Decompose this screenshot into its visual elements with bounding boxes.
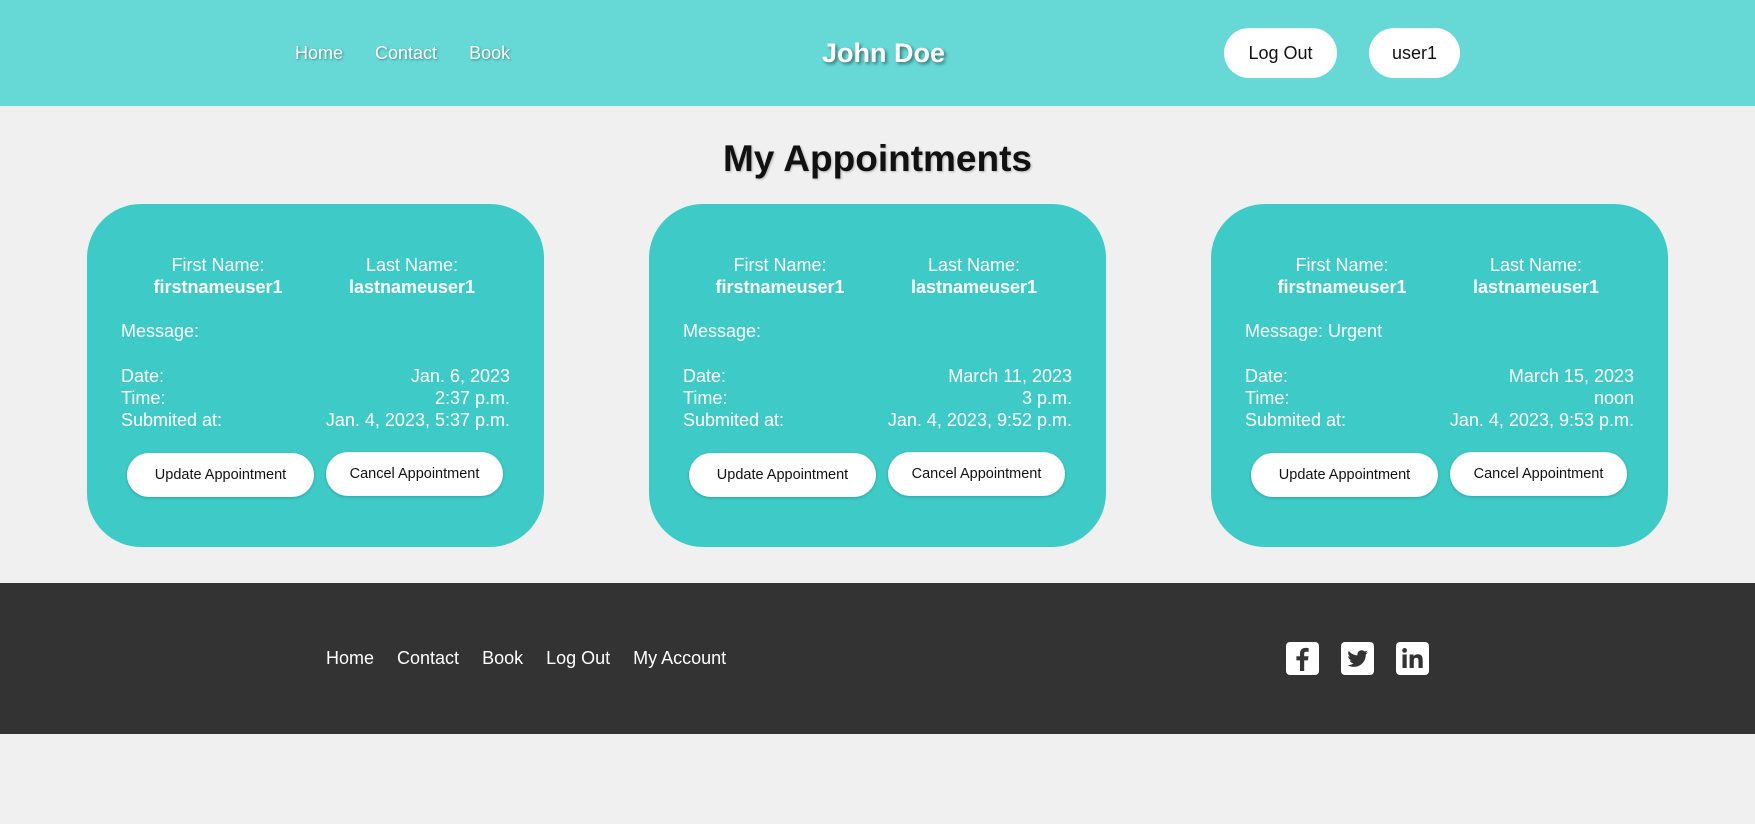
submitted-row: Submited at: Jan. 4, 2023, 9:52 p.m. xyxy=(683,409,1072,431)
nav-link-book[interactable]: Book xyxy=(469,43,510,64)
time-label: Time: xyxy=(1245,388,1290,408)
time-label: Time: xyxy=(121,388,166,408)
appointment-message: Message: xyxy=(683,321,762,341)
nav-link-contact[interactable]: Contact xyxy=(375,43,437,64)
site-footer: Home Contact Book Log Out My Account xyxy=(0,583,1755,734)
date-label: Date: xyxy=(121,366,165,386)
footer-link-contact[interactable]: Contact xyxy=(397,648,459,669)
logout-button[interactable]: Log Out xyxy=(1224,28,1337,78)
page-title: My Appointments xyxy=(722,138,1032,179)
submitted-row: Submited at: Jan. 4, 2023, 5:37 p.m. xyxy=(121,409,510,431)
appointment-message: Message: xyxy=(121,321,200,341)
date-row: Date: Jan. 6, 2023 xyxy=(121,365,510,387)
update-appointment-button[interactable]: Update Appointment xyxy=(1251,453,1438,497)
first-name-label: First Name: xyxy=(1295,255,1389,275)
date-value: Jan. 6, 2023 xyxy=(410,366,510,386)
appointment-card: First Name: firstnameuser1 Last Name: la… xyxy=(1211,204,1668,547)
submitted-value: Jan. 4, 2023, 5:37 p.m. xyxy=(325,410,510,430)
last-name-value: lastnameuser1 xyxy=(1472,277,1600,297)
first-name-block: First Name: firstnameuser1 xyxy=(118,254,318,298)
last-name-value: lastnameuser1 xyxy=(348,277,476,297)
cancel-appointment-button[interactable]: Cancel Appointment xyxy=(888,452,1065,496)
cancel-appointment-button[interactable]: Cancel Appointment xyxy=(326,452,503,496)
time-label: Time: xyxy=(683,388,728,408)
footer-link-logout[interactable]: Log Out xyxy=(546,648,610,669)
submitted-label: Submited at: xyxy=(121,410,223,430)
linkedin-icon[interactable] xyxy=(1396,642,1429,675)
last-name-block: Last Name: lastnameuser1 xyxy=(874,254,1074,298)
footer-link-my-account[interactable]: My Account xyxy=(633,648,726,669)
first-name-block: First Name: firstnameuser1 xyxy=(680,254,880,298)
site-header: Home Contact Book John Doe Log Out user1 xyxy=(0,0,1755,106)
date-label: Date: xyxy=(1245,366,1289,386)
appointment-details: Date: March 15, 2023 Time: noon Submited… xyxy=(1245,365,1634,431)
date-value: March 11, 2023 xyxy=(948,366,1072,386)
footer-link-home[interactable]: Home xyxy=(326,648,374,669)
last-name-label: Last Name: xyxy=(1489,255,1583,275)
social-links xyxy=(1286,642,1429,675)
last-name-block: Last Name: lastnameuser1 xyxy=(1436,254,1636,298)
facebook-icon[interactable] xyxy=(1286,642,1319,675)
first-name-value: firstnameuser1 xyxy=(715,277,845,297)
submitted-value: Jan. 4, 2023, 9:52 p.m. xyxy=(887,410,1072,430)
brand-name: John Doe xyxy=(821,37,945,68)
date-label: Date: xyxy=(683,366,727,386)
date-row: Date: March 11, 2023 xyxy=(683,365,1072,387)
first-name-block: First Name: firstnameuser1 xyxy=(1242,254,1442,298)
time-row: Time: 3 p.m. xyxy=(683,387,1072,409)
date-row: Date: March 15, 2023 xyxy=(1245,365,1634,387)
brand-container: John Doe xyxy=(0,0,1755,106)
last-name-label: Last Name: xyxy=(365,255,459,275)
last-name-block: Last Name: lastnameuser1 xyxy=(312,254,512,298)
first-name-value: firstnameuser1 xyxy=(1277,277,1407,297)
last-name-value: lastnameuser1 xyxy=(910,277,1038,297)
update-appointment-button[interactable]: Update Appointment xyxy=(127,453,314,497)
time-value: 2:37 p.m. xyxy=(434,388,510,408)
first-name-value: firstnameuser1 xyxy=(153,277,283,297)
footer-link-book[interactable]: Book xyxy=(482,648,523,669)
appointment-card: First Name: firstnameuser1 Last Name: la… xyxy=(87,204,544,547)
appointment-details: Date: Jan. 6, 2023 Time: 2:37 p.m. Submi… xyxy=(121,365,510,431)
submitted-value: Jan. 4, 2023, 9:53 p.m. xyxy=(1449,410,1634,430)
update-appointment-button[interactable]: Update Appointment xyxy=(689,453,876,497)
twitter-icon[interactable] xyxy=(1341,642,1374,675)
appointment-card: First Name: firstnameuser1 Last Name: la… xyxy=(649,204,1106,547)
appointment-message: Message: Urgent xyxy=(1245,321,1383,341)
appointment-details: Date: March 11, 2023 Time: 3 p.m. Submit… xyxy=(683,365,1072,431)
time-value: noon xyxy=(1593,388,1634,408)
date-value: March 15, 2023 xyxy=(1508,366,1634,386)
nav-link-home[interactable]: Home xyxy=(295,43,343,64)
time-row: Time: 2:37 p.m. xyxy=(121,387,510,409)
submitted-row: Submited at: Jan. 4, 2023, 9:53 p.m. xyxy=(1245,409,1634,431)
footer-nav: Home Contact Book Log Out My Account xyxy=(326,583,726,734)
first-name-label: First Name: xyxy=(171,255,265,275)
submitted-label: Submited at: xyxy=(1245,410,1347,430)
last-name-label: Last Name: xyxy=(927,255,1021,275)
header-nav: Home Contact Book xyxy=(295,0,510,106)
time-row: Time: noon xyxy=(1245,387,1634,409)
submitted-label: Submited at: xyxy=(683,410,785,430)
first-name-label: First Name: xyxy=(733,255,827,275)
user-account-button[interactable]: user1 xyxy=(1369,28,1460,78)
time-value: 3 p.m. xyxy=(1021,388,1072,408)
cancel-appointment-button[interactable]: Cancel Appointment xyxy=(1450,452,1627,496)
appointments-list: First Name: firstnameuser1 Last Name: la… xyxy=(0,204,1755,547)
